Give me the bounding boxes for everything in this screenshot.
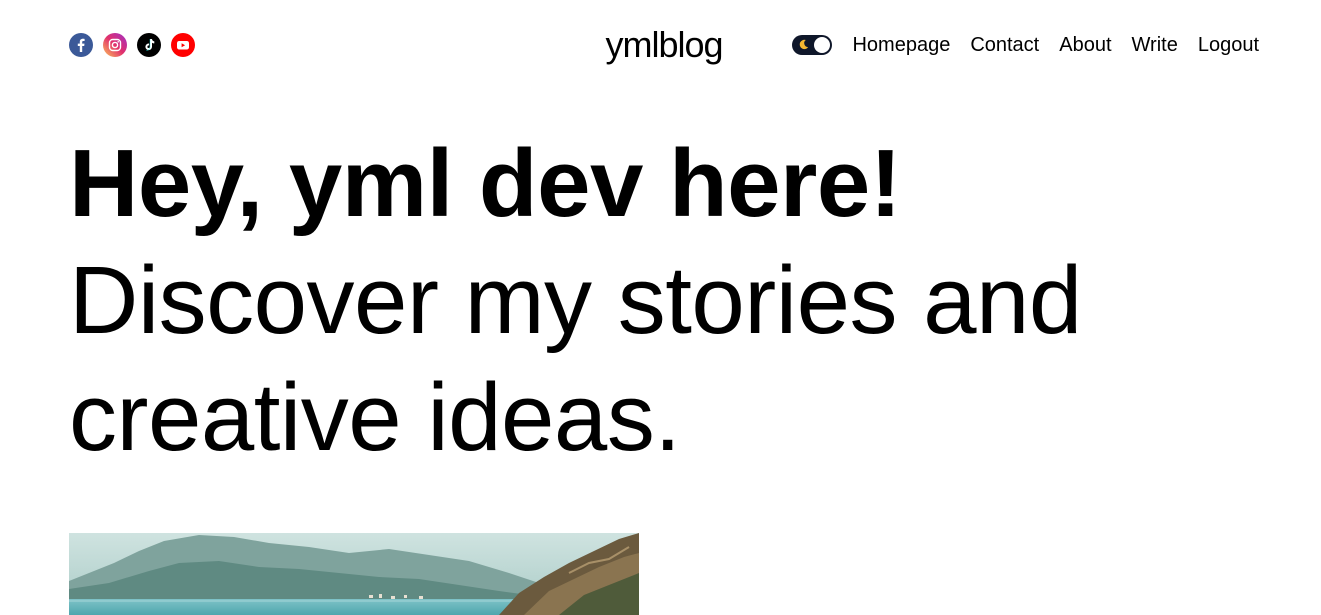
nav-about[interactable]: About [1059,31,1111,59]
coastal-landscape-image[interactable] [69,533,639,615]
instagram-icon[interactable] [103,33,127,57]
main-nav: Homepage Contact About Write Logout [852,31,1259,59]
toggle-knob [814,37,831,53]
social-links [69,33,195,57]
nav-homepage[interactable]: Homepage [852,31,950,59]
tiktok-icon[interactable] [137,33,161,57]
moon-icon [800,39,809,50]
hero-subtitle-line-1: Discover my stories and [69,247,1082,354]
site-logo[interactable]: ymlblog [605,22,723,68]
nav-logout[interactable]: Logout [1198,31,1259,59]
nav-write[interactable]: Write [1132,31,1178,59]
hero-title: Hey, yml dev here! [69,130,902,237]
youtube-icon[interactable] [171,33,195,57]
facebook-icon[interactable] [69,33,93,57]
page: ymlblog Homepage Contact About Write Log… [0,0,1321,615]
hero: Hey, yml dev here! Discover my stories a… [69,125,1259,476]
theme-toggle[interactable] [792,35,833,55]
site-header: ymlblog Homepage Contact About Write Log… [69,22,1259,68]
hero-subtitle-line-2: creative ideas. [69,364,681,471]
header-right: Homepage Contact About Write Logout [792,31,1259,59]
nav-contact[interactable]: Contact [970,31,1039,59]
